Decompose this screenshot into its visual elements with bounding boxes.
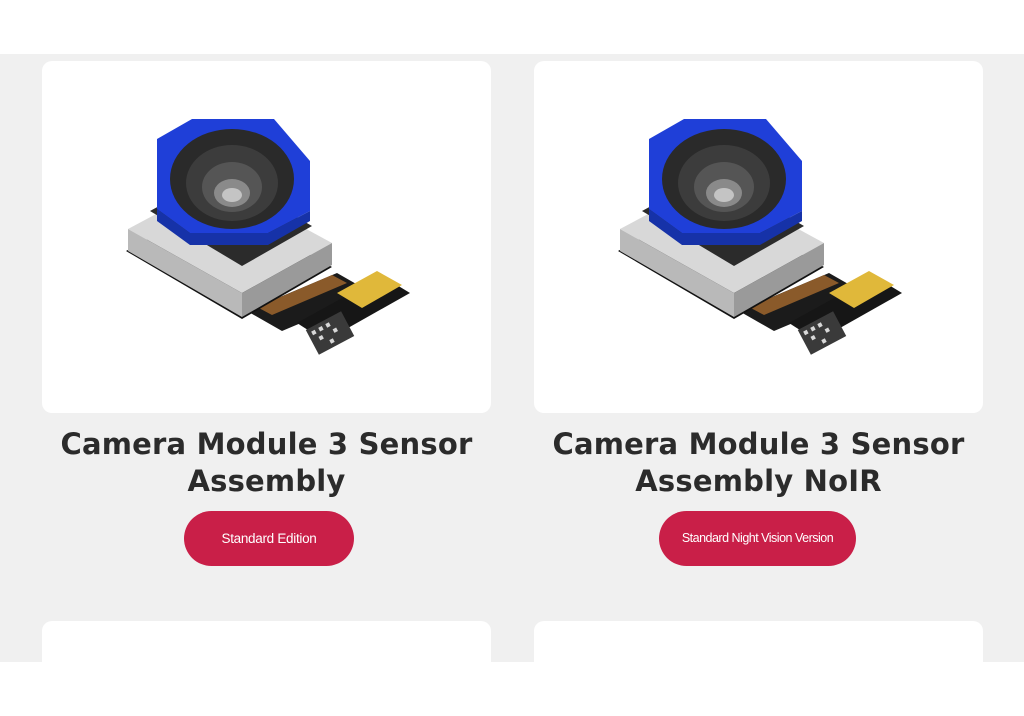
product-card-3-partial[interactable] <box>42 621 491 662</box>
top-bar <box>0 0 1024 54</box>
product-grid: Camera Module 3 Sensor Assembly Standard… <box>0 54 1024 662</box>
camera-module-icon <box>618 119 902 355</box>
edition-badge-button[interactable]: Standard Night Vision Version <box>659 511 856 566</box>
edition-badge-button[interactable]: Standard Edition <box>184 511 354 566</box>
product-image-2[interactable] <box>534 61 983 413</box>
camera-module-icon <box>126 119 410 355</box>
product-card-4-partial[interactable] <box>534 621 983 662</box>
product-title[interactable]: Camera Module 3 Sensor Assembly NoIR <box>534 426 983 500</box>
bottom-bar <box>0 662 1024 716</box>
product-title[interactable]: Camera Module 3 Sensor Assembly <box>42 426 491 500</box>
product-image-1[interactable] <box>42 61 491 413</box>
